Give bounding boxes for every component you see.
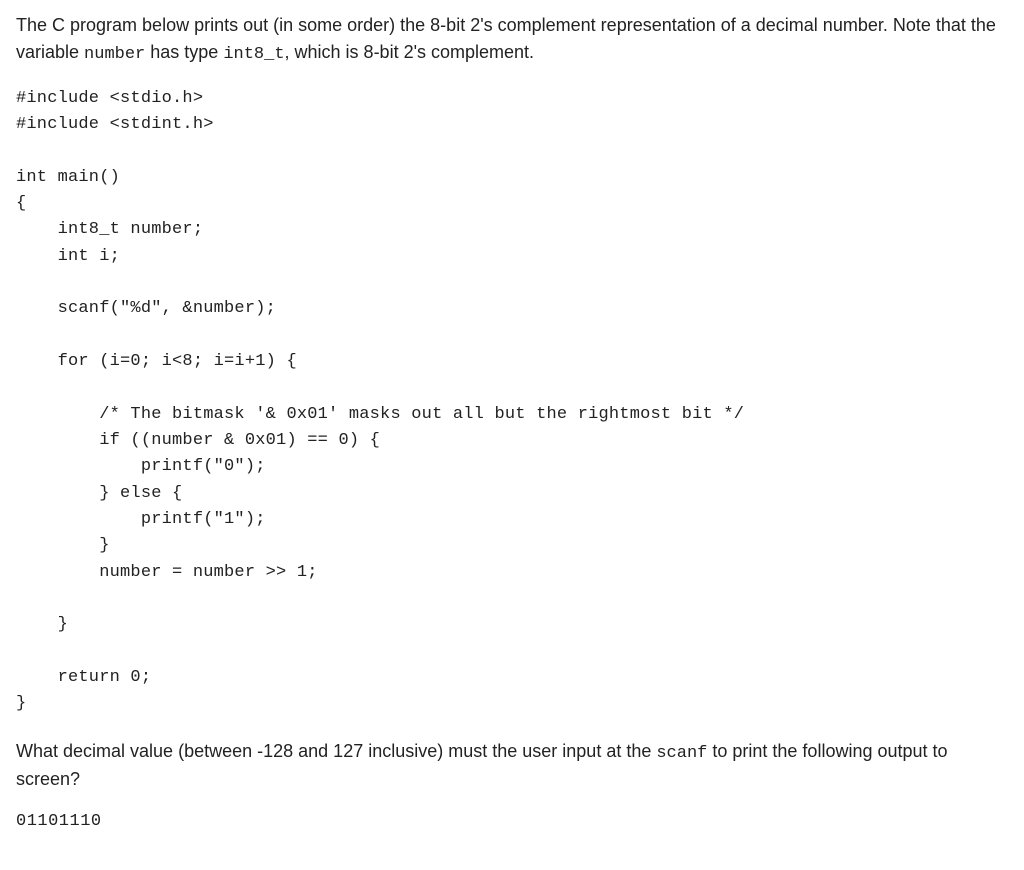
intro-text-2: has type: [145, 42, 223, 62]
inline-code-scanf: scanf: [656, 744, 707, 763]
intro-text-3: , which is 8-bit 2's complement.: [285, 42, 535, 62]
question-text: What decimal value (between -128 and 127…: [16, 738, 1008, 794]
inline-code-int8t: int8_t: [223, 45, 284, 64]
question-part-1: What decimal value (between -128 and 127…: [16, 741, 656, 761]
problem-intro: The C program below prints out (in some …: [16, 12, 1008, 68]
expected-output: 01101110: [16, 809, 1008, 835]
inline-code-number: number: [84, 45, 145, 64]
code-block: #include <stdio.h> #include <stdint.h> i…: [16, 86, 1008, 718]
